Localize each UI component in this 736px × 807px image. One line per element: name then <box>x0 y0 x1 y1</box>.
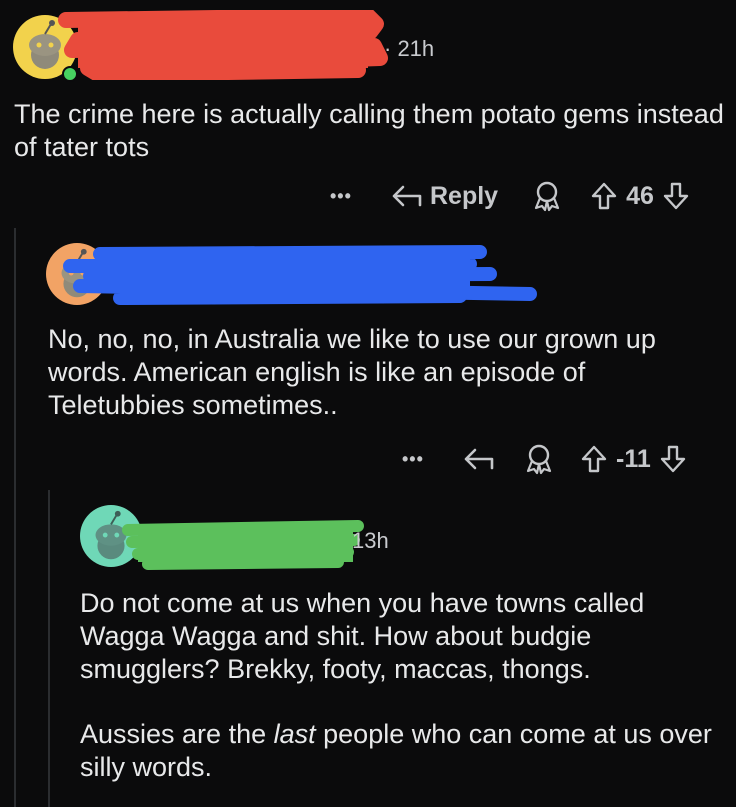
redacted-username <box>122 520 364 570</box>
upvote-button[interactable] <box>580 444 608 474</box>
reply-arrow-icon <box>464 448 494 470</box>
redacted-username <box>58 10 388 80</box>
downvote-arrow-icon <box>663 182 689 210</box>
downvote-arrow-icon <box>660 445 685 473</box>
award-icon <box>526 444 552 475</box>
award-icon <box>534 181 560 212</box>
comment-actions: ••• Reply 46 <box>330 180 690 212</box>
vote-count: -11 <box>616 444 651 473</box>
comment-timestamp: 13h <box>352 528 389 553</box>
redacted-username <box>63 245 537 305</box>
comment-timestamp: · 21h <box>384 36 435 61</box>
comment-body: No, no, no, in Australia we like to use … <box>48 324 656 420</box>
comment-body: Do not come at us when you have towns ca… <box>80 588 645 684</box>
reply-button[interactable] <box>462 446 496 472</box>
award-button[interactable] <box>524 443 554 475</box>
vote-count: 46 <box>626 181 654 210</box>
reply-label: Reply <box>430 181 499 210</box>
more-options-button[interactable]: ••• <box>402 449 446 470</box>
thread-line <box>14 228 16 807</box>
downvote-button[interactable] <box>659 444 687 474</box>
upvote-arrow-icon <box>581 445 607 473</box>
downvote-button[interactable] <box>662 181 690 211</box>
reply-arrow-icon <box>392 185 422 207</box>
comment-body-paragraph-2: Aussies are the last people who can come… <box>80 719 712 782</box>
upvote-arrow-icon <box>591 182 617 210</box>
comment-body: The crime here is actually calling them … <box>14 99 724 162</box>
thread-line <box>48 490 50 807</box>
reply-button[interactable]: Reply <box>390 182 498 211</box>
comment-actions: ••• -11 <box>402 443 687 475</box>
emphasis-text: last <box>273 719 316 749</box>
more-options-button[interactable]: ••• <box>330 186 374 207</box>
award-button[interactable] <box>532 180 562 212</box>
upvote-button[interactable] <box>590 181 618 211</box>
